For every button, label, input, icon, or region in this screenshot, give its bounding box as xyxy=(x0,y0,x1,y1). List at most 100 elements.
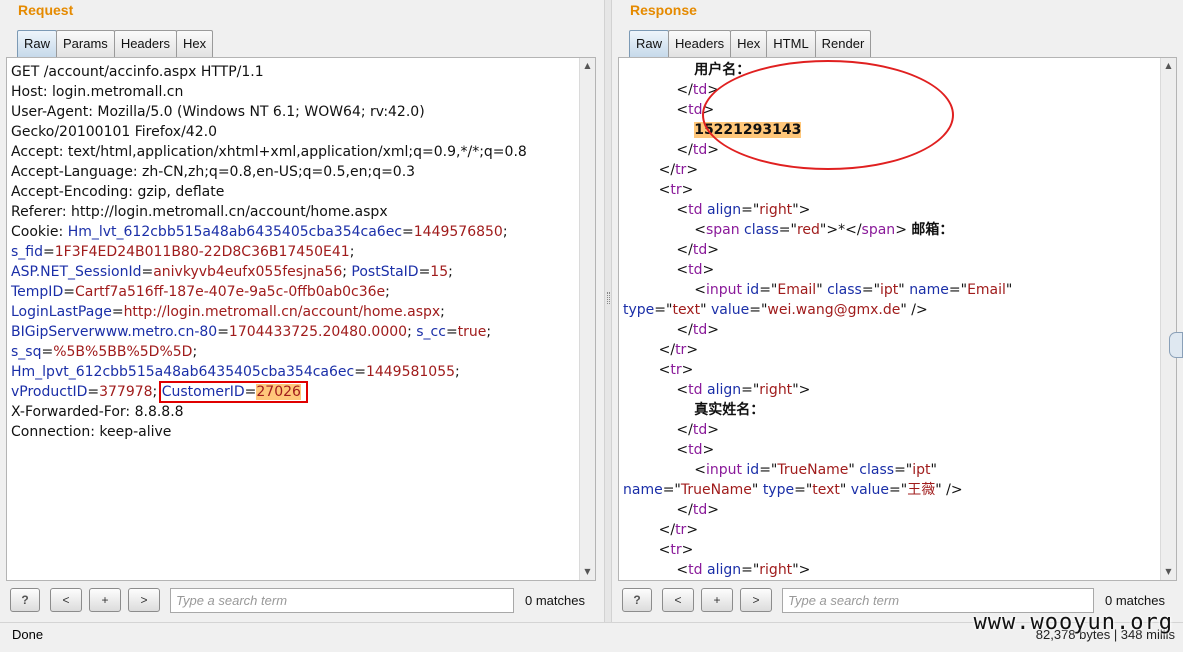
cookie-key: vProductID xyxy=(11,384,88,400)
response-scrollbar[interactable]: ▲ ▼ xyxy=(1160,58,1176,580)
request-line: X-Forwarded-For: 8.8.8.8 xyxy=(11,404,184,420)
scroll-up-icon[interactable]: ▲ xyxy=(580,58,595,74)
cookie-line: s_fid=1F3F4ED24B011B80-22D8C36B17450E41; xyxy=(11,244,355,260)
cookie-value: %5B%5BB%5D%5D xyxy=(53,344,193,360)
response-tab-hex[interactable]: Hex xyxy=(730,30,768,57)
realname-value: 王薇 xyxy=(907,482,936,498)
cookie-key: s_cc xyxy=(416,324,446,340)
cookie-line: vProductID=377978; CustomerID=27026 xyxy=(11,381,577,403)
cookie-label: Cookie: xyxy=(11,224,68,240)
collapse-handle-icon[interactable] xyxy=(1169,332,1183,358)
previous-button[interactable]: < xyxy=(662,588,694,612)
scroll-down-icon[interactable]: ▼ xyxy=(1161,564,1176,580)
customer-id-annotation: CustomerID=27026 xyxy=(158,381,309,403)
required-star: * xyxy=(838,222,846,238)
response-tab-html[interactable]: HTML xyxy=(766,30,816,57)
response-match-count: 0 matches xyxy=(1105,592,1165,608)
cookie-line: s_sq=%5B%5BB%5D%5D; xyxy=(11,344,198,360)
cookie-key: s_fid xyxy=(11,244,43,260)
previous-button[interactable]: < xyxy=(50,588,82,612)
request-text[interactable]: GET /account/accinfo.aspx HTTP/1.1 Host:… xyxy=(11,62,577,580)
request-match-count: 0 matches xyxy=(525,592,585,608)
response-tabs: Raw Headers Hex HTML Render xyxy=(629,30,872,57)
cookie-value: 377978 xyxy=(99,384,153,400)
cookie-value: Cartf7a516ff-187e-407e-9a5c-0ffb0ab0c36e xyxy=(74,284,386,300)
request-search-input[interactable]: Type a search term xyxy=(170,587,514,613)
request-scrollbar[interactable]: ▲ ▼ xyxy=(579,58,595,580)
cookie-line: Hm_lpvt_612cbb515a48ab6435405cba354ca6ec… xyxy=(11,364,460,380)
add-button[interactable]: + xyxy=(701,588,733,612)
request-tab-hex[interactable]: Hex xyxy=(175,30,214,57)
attr-value: red xyxy=(796,222,820,238)
attr-value: right xyxy=(759,382,793,398)
attr-value: TrueName xyxy=(777,462,849,478)
scroll-down-icon[interactable]: ▼ xyxy=(580,564,595,580)
request-line: Accept-Language: zh-CN,zh;q=0.8,en-US;q=… xyxy=(11,164,416,180)
status-text: Done xyxy=(12,627,44,642)
request-tabs: Raw Params Headers Hex xyxy=(17,30,214,57)
next-button[interactable]: > xyxy=(740,588,772,612)
request-tab-raw[interactable]: Raw xyxy=(17,30,58,57)
request-line: Accept-Encoding: gzip, deflate xyxy=(11,184,225,200)
request-line: Host: login.metromall.cn xyxy=(11,84,184,100)
cookie-value: 1449576850 xyxy=(413,224,503,240)
cookie-value: anivkyvb4eufx055fesjna56 xyxy=(153,264,343,280)
attr-value: right xyxy=(759,202,793,218)
cookie-line: TempID=Cartf7a516ff-187e-407e-9a5c-0ffb0… xyxy=(11,284,390,300)
cookie-key-customer-id: CustomerID xyxy=(161,384,245,400)
request-line: Gecko/20100101 Firefox/42.0 xyxy=(11,124,217,140)
attr-value: text xyxy=(672,302,701,318)
request-line: Connection: keep-alive xyxy=(11,424,172,440)
cookie-key: ASP.NET_SessionId xyxy=(11,264,142,280)
email-value: wei.wang@gmx.de xyxy=(767,302,901,318)
request-line: GET /account/accinfo.aspx HTTP/1.1 xyxy=(11,64,264,80)
email-label: 邮箱： xyxy=(911,222,954,238)
attr-value: right xyxy=(759,562,793,578)
realname-label: 真实姓名： xyxy=(694,402,765,418)
request-line: Referer: http://login.metromall.cn/accou… xyxy=(11,204,388,220)
cookie-line: Cookie: Hm_lvt_612cbb515a48ab6435405cba3… xyxy=(11,224,508,240)
cookie-value: 1704433725.20480.0000 xyxy=(228,324,408,340)
attr-value: Email xyxy=(967,282,1006,298)
cookie-key: s_sq xyxy=(11,344,42,360)
attr-value: text xyxy=(812,482,840,498)
request-editor[interactable]: GET /account/accinfo.aspx HTTP/1.1 Host:… xyxy=(6,57,596,581)
cookie-key: PostStaID xyxy=(351,264,419,280)
request-title: Request xyxy=(18,2,74,18)
response-search-input[interactable]: Type a search term xyxy=(782,587,1094,613)
cookie-value: 1449581055 xyxy=(365,364,456,380)
next-button[interactable]: > xyxy=(128,588,160,612)
request-line: Accept: text/html,application/xhtml+xml,… xyxy=(11,144,527,160)
cookie-key: BIGipServerwww.metro.cn-80 xyxy=(11,324,218,340)
cookie-key: Hm_lpvt_612cbb515a48ab6435405cba354ca6ec xyxy=(11,364,355,380)
attr-value: ipt xyxy=(912,462,931,478)
cookie-value: true xyxy=(457,324,487,340)
request-tab-params[interactable]: Params xyxy=(56,30,115,57)
request-pane: Request Raw Params Headers Hex GET /acco… xyxy=(0,0,604,622)
cookie-line: LoginLastPage=http://login.metromall.cn/… xyxy=(11,304,445,320)
phone-annotation-ellipse xyxy=(702,60,954,170)
response-tab-raw[interactable]: Raw xyxy=(629,30,670,57)
request-tab-headers[interactable]: Headers xyxy=(113,30,177,57)
request-line: User-Agent: Mozilla/5.0 (Windows NT 6.1;… xyxy=(11,104,425,120)
cookie-value: 1F3F4ED24B011B80-22D8C36B17450E41 xyxy=(54,244,350,260)
cookie-line: ASP.NET_SessionId=anivkyvb4eufx055fesjna… xyxy=(11,264,453,280)
response-tab-headers[interactable]: Headers xyxy=(668,30,732,57)
request-search-bar: ? < + > Type a search term 0 matches xyxy=(10,586,596,614)
cookie-key: LoginLastPage xyxy=(11,304,112,320)
cookie-key: TempID xyxy=(11,284,64,300)
cookie-key: Hm_lvt_612cbb515a48ab6435405cba354ca6ec xyxy=(67,224,403,240)
response-title: Response xyxy=(630,2,697,18)
help-button[interactable]: ? xyxy=(10,588,40,612)
attr-value: TrueName xyxy=(680,482,752,498)
cookie-line: BIGipServerwww.metro.cn-80=1704433725.20… xyxy=(11,324,492,340)
pane-splitter[interactable] xyxy=(604,0,612,622)
scroll-up-icon[interactable]: ▲ xyxy=(1161,58,1176,74)
attr-value: ipt xyxy=(880,282,899,298)
cookie-value: 15 xyxy=(430,264,449,280)
add-button[interactable]: + xyxy=(89,588,121,612)
help-button[interactable]: ? xyxy=(622,588,652,612)
response-tab-render[interactable]: Render xyxy=(814,30,872,57)
cookie-value: http://login.metromall.cn/account/home.a… xyxy=(123,304,441,320)
splitter-grip-icon[interactable] xyxy=(607,292,610,304)
